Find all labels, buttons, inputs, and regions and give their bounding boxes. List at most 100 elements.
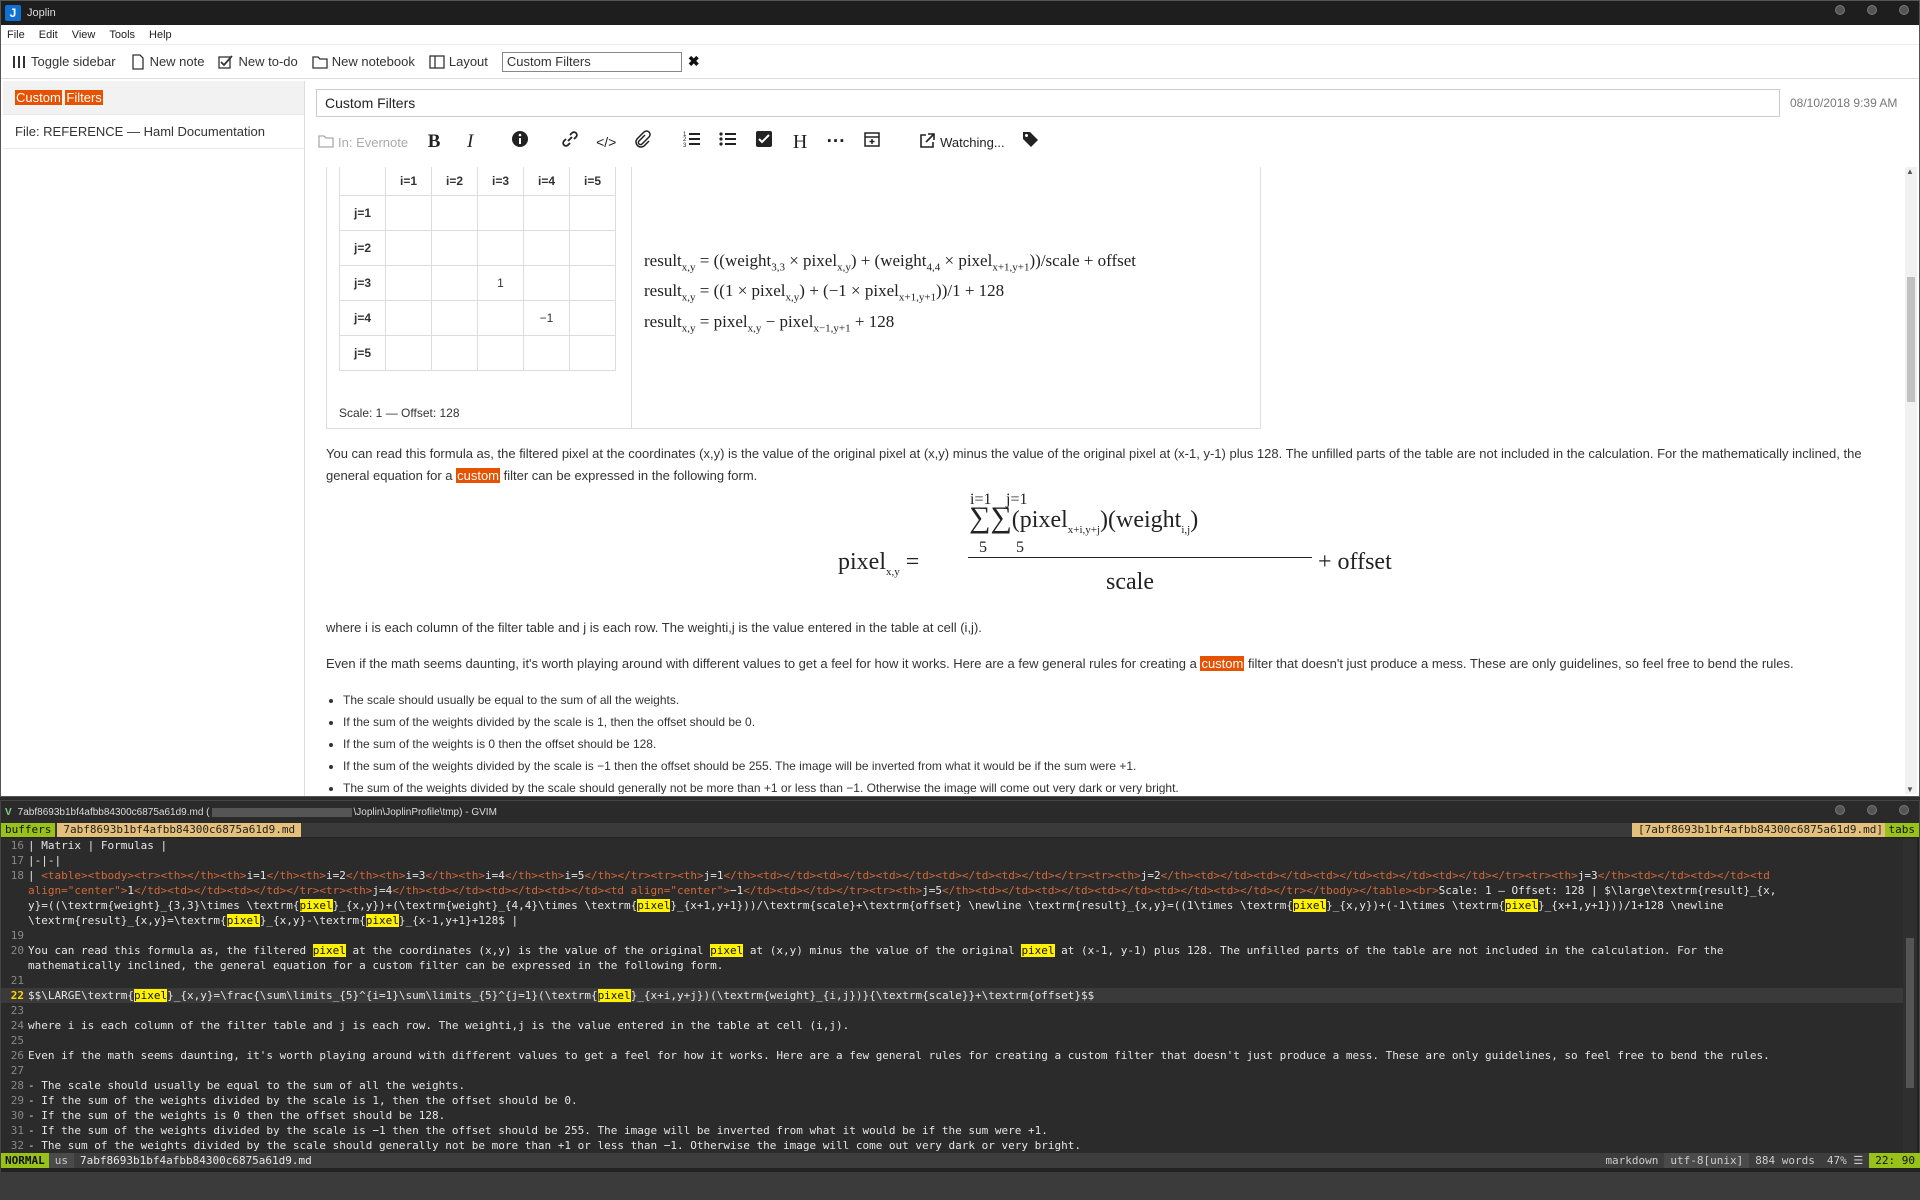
heading-icon[interactable]: H <box>790 131 810 154</box>
matrix-col-header: i=1 <box>385 167 432 196</box>
scrollbar-thumb[interactable] <box>1907 277 1915 402</box>
line-text: |-|-| <box>28 854 62 867</box>
vim-line[interactable]: 17 |-|-| <box>1 853 1905 868</box>
layout-button[interactable]: Layout <box>429 54 488 70</box>
clear-search-icon[interactable]: ✖ <box>688 53 700 70</box>
vim-line[interactable]: 25 <box>1 1033 1905 1048</box>
bullet-list-icon[interactable] <box>718 130 738 154</box>
line-number: 27 <box>10 1064 24 1077</box>
line-text: - If the sum of the weights is 0 then th… <box>28 1109 446 1122</box>
window-title: Joplin <box>27 7 56 19</box>
vim-line[interactable]: 29 - If the sum of the weights divided by… <box>1 1093 1905 1108</box>
note-list-item-haml[interactable]: File: REFERENCE — Haml Documentation <box>3 115 304 149</box>
line-number <box>1 958 28 973</box>
italic-icon[interactable]: I <box>460 131 480 153</box>
vim-line[interactable]: 21 <box>1 973 1905 988</box>
menu-view[interactable]: View <box>72 29 96 41</box>
sum-lower-limit: 5 <box>1016 539 1024 556</box>
tags-icon[interactable] <box>1021 130 1041 154</box>
note-title-input[interactable]: Custom Filters <box>316 89 1780 117</box>
vim-line[interactable]: 32 - The sum of the weights divided by th… <box>1 1138 1905 1153</box>
para-text: filter can be expressed in the following… <box>503 468 758 483</box>
close-button[interactable] <box>1899 805 1909 815</box>
code-icon[interactable]: </> <box>596 134 616 150</box>
vim-line[interactable]: 24 where i is each column of the filter t… <box>1 1018 1905 1033</box>
menu-tools[interactable]: Tools <box>109 29 135 41</box>
new-note-button[interactable]: New note <box>130 53 204 70</box>
viewer-scrollbar[interactable]: ▲ ▼ <box>1905 167 1917 794</box>
scroll-up-icon[interactable]: ▲ <box>1906 167 1914 176</box>
para-text: filter that doesn't just produce a mess.… <box>1247 656 1794 671</box>
vim-line[interactable]: 19 <box>1 928 1905 943</box>
gvim-title-left: 7abf8693b1bf4afbb84300c6875a61d9.md ( <box>17 806 210 818</box>
calendar-icon[interactable] <box>862 130 882 154</box>
line-text: y}=((\textrm{weight}_{3,3}\times \textrm… <box>28 899 1724 912</box>
vim-line[interactable]: 27 <box>1 1063 1905 1078</box>
vim-line[interactable]: \textrm{result}_{x,y}=\textrm{pixel}_{x,… <box>1 913 1905 928</box>
vim-line[interactable]: 31 - If the sum of the weights divided by… <box>1 1123 1905 1138</box>
notebook-selector[interactable]: In: Evernote <box>318 134 408 151</box>
columns-icon <box>11 54 27 70</box>
maximize-button[interactable] <box>1867 805 1877 815</box>
minimize-button[interactable] <box>1835 5 1845 15</box>
scrollbar-thumb[interactable] <box>1906 938 1914 1088</box>
vim-line[interactable]: y}=((\textrm{weight}_{3,3}\times \textrm… <box>1 898 1905 913</box>
svg-text:3: 3 <box>683 143 687 148</box>
menu-edit[interactable]: Edit <box>39 29 58 41</box>
vim-line[interactable]: 26 Even if the math seems daunting, it's … <box>1 1048 1905 1063</box>
minimize-button[interactable] <box>1835 805 1845 815</box>
line-text: - If the sum of the weights divided by t… <box>28 1094 578 1107</box>
line-text: Even if the math seems daunting, it's wo… <box>28 1049 1770 1062</box>
close-button[interactable] <box>1899 5 1909 15</box>
vim-line[interactable]: 28 - The scale should usually be equal to… <box>1 1078 1905 1093</box>
line-number: 30 <box>10 1109 24 1122</box>
vim-line[interactable]: 18 | <table><tbody><tr><th></th><th>i=1</… <box>1 868 1905 883</box>
general-equation: pixelx,y = i=1 j=1 ∑∑(pixelx+i,y+j)(weig… <box>326 487 1919 617</box>
vim-line[interactable]: 20 You can read this formula as, the filt… <box>1 943 1905 958</box>
attachment-icon[interactable] <box>632 130 652 154</box>
vim-line[interactable]: 22 $$\LARGE\textrm{pixel}_{x,y}=\frac{\su… <box>1 988 1905 1003</box>
menu-help[interactable]: Help <box>149 29 172 41</box>
paragraph-where: where i is each column of the filter tab… <box>326 620 982 635</box>
bold-icon[interactable]: B <box>424 131 444 153</box>
vim-line[interactable]: mathematically inclined, the general equ… <box>1 958 1905 973</box>
status-right: markdown utf-8[unix] 884 words 47% ☰ 22:… <box>1599 1153 1920 1168</box>
matrix-cell: 1 <box>477 264 524 301</box>
info-icon[interactable] <box>510 130 530 154</box>
layout-icon <box>429 54 445 70</box>
current-buffer-tab[interactable]: 7abf8693b1bf4afbb84300c6875a61d9.md <box>57 823 302 837</box>
vim-line[interactable]: 16 | Matrix | Formulas | <box>1 838 1905 853</box>
vim-line[interactable]: 23 <box>1 1003 1905 1018</box>
watching-button[interactable]: Watching... <box>918 132 1005 153</box>
numbered-list-icon[interactable]: 123 <box>682 130 702 154</box>
notebook-label: In: Evernote <box>338 134 409 150</box>
matrix-row-header: j=1 <box>339 194 386 231</box>
matrix-cell: i=1 i=2 i=3 i=4 i=5 j=1 j=2 j=3 1 j=4 −1… <box>327 167 632 428</box>
equation-lhs: pixelx,y = <box>838 549 920 578</box>
link-icon[interactable] <box>560 130 580 154</box>
horizontal-rule-icon[interactable]: ··· <box>826 131 846 153</box>
line-number: 28 <box>10 1079 24 1092</box>
search-input[interactable] <box>501 51 682 72</box>
line-number: 22 <box>10 989 24 1002</box>
matrix-cell <box>431 334 478 371</box>
vim-buffer[interactable]: 16 | Matrix | Formulas | 17 |-|-| 18 | <table… <box>1 838 1905 1153</box>
matrix-cell <box>523 334 570 371</box>
maximize-button[interactable] <box>1867 5 1877 15</box>
line-number: 19 <box>10 929 24 942</box>
matrix-row-header: j=4 <box>339 299 386 336</box>
menu-file[interactable]: File <box>7 29 25 41</box>
new-todo-button[interactable]: New to-do <box>218 54 298 70</box>
encoding: utf-8[unix] <box>1664 1153 1750 1168</box>
paragraph-rules-intro: Even if the math seems daunting, it's wo… <box>326 653 1886 675</box>
vim-line[interactable]: align="center">1</td><td></td><td></td><… <box>1 883 1905 898</box>
toggle-sidebar-button[interactable]: Toggle sidebar <box>11 54 116 70</box>
note-list-item-custom-filters[interactable]: Custom Filters <box>3 81 304 115</box>
vim-line[interactable]: 30 - If the sum of the weights is 0 then … <box>1 1108 1905 1123</box>
new-notebook-button[interactable]: New notebook <box>312 54 415 70</box>
note-date: 08/10/2018 9:39 AM <box>1790 96 1898 110</box>
checklist-icon[interactable] <box>754 130 774 154</box>
matrix-corner <box>339 167 386 196</box>
vim-scrollbar[interactable] <box>1903 838 1917 1153</box>
scroll-down-icon[interactable]: ▼ <box>1906 785 1914 794</box>
